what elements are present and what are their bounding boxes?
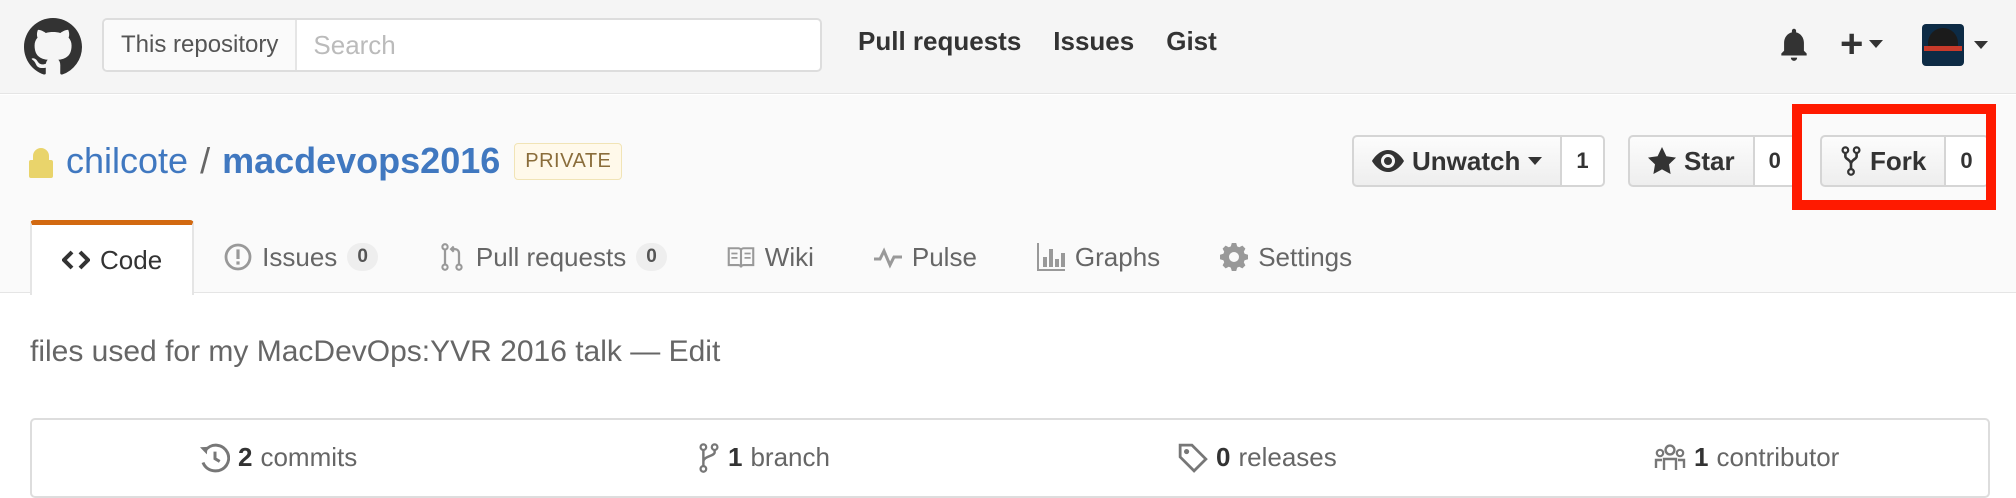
- lock-icon: [29, 148, 53, 178]
- tab-settings[interactable]: Settings: [1190, 220, 1382, 294]
- gear-icon: [1220, 243, 1249, 271]
- contributors-count: 1: [1694, 442, 1709, 472]
- unwatch-button[interactable]: Unwatch: [1352, 135, 1563, 187]
- header-nav: Pull requests Issues Gist: [858, 26, 1217, 57]
- tab-wiki-label: Wiki: [764, 241, 814, 272]
- tab-graphs[interactable]: Graphs: [1007, 220, 1190, 294]
- releases-count: 0: [1216, 442, 1231, 472]
- tab-issues-label: Issues: [262, 241, 338, 272]
- pull-request-icon: [441, 243, 463, 271]
- chevron-down-icon: [1974, 41, 1988, 49]
- chevron-down-icon: [1528, 157, 1543, 165]
- issue-icon: [224, 243, 252, 271]
- site-header: This repository Pull requests Issues Gis…: [0, 0, 2016, 94]
- branches-label: branch: [750, 442, 830, 472]
- github-logo-icon[interactable]: [24, 18, 82, 76]
- pull-requests-counter: 0: [636, 243, 667, 271]
- contributors-label: contributor: [1716, 442, 1840, 472]
- edit-description-link[interactable]: Edit: [669, 335, 721, 368]
- book-icon: [727, 247, 755, 268]
- search-input[interactable]: [297, 20, 820, 70]
- chevron-down-icon: [1869, 40, 1884, 48]
- avatar: [1922, 24, 1964, 66]
- tab-pull-requests[interactable]: Pull requests 0: [408, 220, 697, 294]
- plus-icon: +: [1840, 22, 1864, 66]
- branches-count: 1: [728, 442, 743, 472]
- history-icon: [200, 443, 230, 472]
- repo-title: chilcote / macdevops2016 PRIVATE: [66, 140, 623, 182]
- repo-description: files used for my MacDevOps:YVR 2016 tal…: [30, 335, 720, 369]
- tab-settings-label: Settings: [1258, 241, 1353, 272]
- commits-label: commits: [260, 442, 358, 472]
- releases-label: releases: [1238, 442, 1337, 472]
- nav-issues-link[interactable]: Issues: [1053, 26, 1134, 57]
- description-dash: —: [630, 335, 661, 368]
- search-scope-label: This repository: [104, 20, 298, 70]
- issues-counter: 0: [347, 243, 378, 271]
- fork-highlight-box: [1792, 104, 1996, 210]
- tab-code-label: Code: [100, 244, 163, 275]
- description-text: files used for my MacDevOps:YVR 2016 tal…: [30, 335, 622, 368]
- code-icon: [62, 250, 90, 270]
- site-search: This repository: [102, 18, 822, 72]
- tag-icon: [1178, 443, 1208, 473]
- star-button-group: Star 0: [1628, 135, 1797, 187]
- eye-icon: [1372, 150, 1404, 172]
- watch-button-group: Unwatch 1: [1352, 135, 1605, 187]
- stargazers-count[interactable]: 0: [1754, 135, 1797, 187]
- pulse-icon: [873, 247, 902, 269]
- repo-name-link[interactable]: macdevops2016: [222, 140, 500, 182]
- tab-code[interactable]: Code: [30, 220, 195, 295]
- private-badge: PRIVATE: [514, 142, 623, 180]
- repo-nav-tabs: Code Issues 0 Pull requests 0 Wiki Pulse: [30, 220, 1382, 295]
- watchers-count[interactable]: 1: [1562, 135, 1605, 187]
- graph-icon: [1036, 243, 1065, 271]
- star-label: Star: [1684, 145, 1735, 176]
- releases-stat[interactable]: 0 releases: [1178, 442, 1337, 473]
- repo-owner-link[interactable]: chilcote: [66, 140, 188, 182]
- repo-summary-bar: 2 commits 1 branch 0 releases 1 contribu…: [30, 418, 1990, 498]
- path-separator: /: [200, 140, 211, 181]
- notifications-bell-icon[interactable]: [1776, 26, 1812, 64]
- tab-pulse-label: Pulse: [911, 241, 977, 272]
- star-icon: [1648, 147, 1676, 174]
- tab-issues[interactable]: Issues 0: [194, 220, 408, 294]
- organization-icon: [1654, 443, 1686, 470]
- nav-gist-link[interactable]: Gist: [1166, 26, 1217, 57]
- git-branch-icon: [699, 442, 719, 473]
- unwatch-label: Unwatch: [1412, 145, 1521, 176]
- tab-pulse[interactable]: Pulse: [844, 220, 1007, 294]
- star-button[interactable]: Star: [1628, 135, 1755, 187]
- contributors-stat[interactable]: 1 contributor: [1654, 442, 1839, 473]
- user-menu[interactable]: [1922, 24, 1988, 66]
- commits-count: 2: [238, 442, 253, 472]
- tab-graphs-label: Graphs: [1074, 241, 1161, 272]
- branches-stat[interactable]: 1 branch: [698, 442, 830, 473]
- nav-pull-requests-link[interactable]: Pull requests: [858, 26, 1021, 57]
- tab-wiki[interactable]: Wiki: [697, 220, 844, 294]
- create-new-menu[interactable]: +: [1840, 22, 1884, 66]
- tab-pull-requests-label: Pull requests: [475, 241, 627, 272]
- commits-stat[interactable]: 2 commits: [200, 442, 357, 473]
